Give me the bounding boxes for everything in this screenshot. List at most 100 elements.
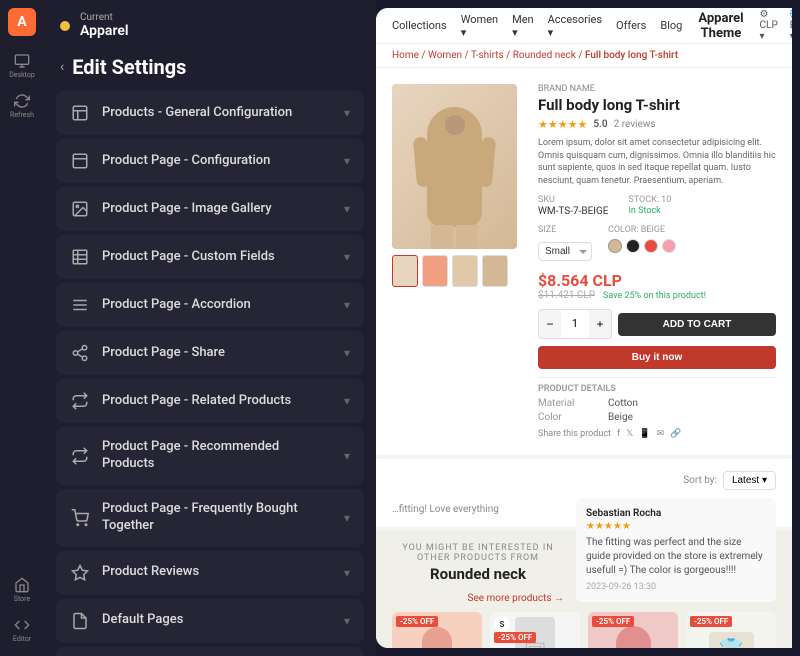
color-option: COLOR: Beige xyxy=(608,225,676,261)
stock-status: In Stock xyxy=(628,206,671,216)
add-to-cart-button[interactable]: ADD TO CART xyxy=(618,313,776,336)
share-link[interactable]: 🔗 xyxy=(670,429,681,439)
nav-collections[interactable]: Collections xyxy=(392,19,447,32)
language-selector[interactable]: 🌐 EN ▾ xyxy=(790,9,792,42)
share-row: Share this product f 𝕏 📱 ✉ 🔗 xyxy=(538,429,776,439)
menu-item-product-page-accordion[interactable]: Product Page - Accordion ▾ xyxy=(56,283,364,327)
thumb-3[interactable] xyxy=(452,255,478,287)
color-detail-label: Color xyxy=(538,412,588,423)
share-facebook[interactable]: f xyxy=(617,429,620,439)
related-product-2[interactable]: S -25% OFF 🖼 xyxy=(490,612,580,648)
related-product-3[interactable]: -25% OFF xyxy=(588,612,678,648)
sort-row: Sort by: Latest ▾ xyxy=(392,471,776,490)
product-info: Brand Name Full body long T-shirt ★★★★★ … xyxy=(538,84,776,439)
menu-item-contact-page[interactable]: Contact Page ▾ xyxy=(56,647,364,656)
rating-stars: ★★★★★ xyxy=(538,118,587,131)
share-email[interactable]: ✉ xyxy=(657,429,665,439)
size-select[interactable]: Small xyxy=(538,242,592,261)
nav-accesories[interactable]: Accesories ▾ xyxy=(548,13,602,39)
thumb-1[interactable] xyxy=(392,255,418,287)
product-details-title: PRODUCT DETAILS xyxy=(538,384,776,394)
size-label: SIZE xyxy=(538,225,592,235)
nav-links: Collections Women ▾ Men ▾ Accesories ▾ O… xyxy=(392,13,682,39)
toolbar-desktop[interactable]: Desktop xyxy=(4,48,40,84)
menu-item-product-page-fields[interactable]: Product Page - Custom Fields ▾ xyxy=(56,235,364,279)
nav-women[interactable]: Women ▾ xyxy=(461,13,498,39)
stock-label: STOCK: 10 xyxy=(628,195,671,205)
app-logo[interactable]: A xyxy=(8,8,36,36)
store-brand: Apparel Theme xyxy=(698,11,743,41)
edit-header: ‹ Edit Settings xyxy=(44,47,376,91)
menu-list: Products - General Configuration ▾ Produ… xyxy=(44,91,376,656)
sort-button[interactable]: Latest ▾ xyxy=(723,471,776,490)
price-row: $8.564 CLP $11.421 CLP Save 25% on this … xyxy=(538,271,776,301)
material-label: Material xyxy=(538,398,588,409)
product-description: Lorem ipsum, dolor sit amet consectetur … xyxy=(538,137,776,187)
menu-item-products-general[interactable]: Products - General Configuration ▾ xyxy=(56,91,364,135)
related-product-4[interactable]: -25% OFF 👕 xyxy=(686,612,776,648)
product-page-gallery-icon xyxy=(70,199,90,219)
back-button[interactable]: ‹ xyxy=(60,59,64,75)
review-text: The fitting was perfect and the size gui… xyxy=(586,536,766,578)
menu-item-product-page-gallery[interactable]: Product Page - Image Gallery ▾ xyxy=(56,187,364,231)
share-whatsapp[interactable]: 📱 xyxy=(639,429,650,439)
swatch-beige[interactable] xyxy=(608,239,622,253)
product-thumbs xyxy=(392,255,522,287)
thumb-4[interactable] xyxy=(482,255,508,287)
qty-increase[interactable]: + xyxy=(589,310,611,338)
products-general-label: Products - General Configuration xyxy=(102,105,332,122)
badge-4: -25% OFF xyxy=(690,616,732,627)
product-page-share-label: Product Page - Share xyxy=(102,345,332,362)
see-more-link[interactable]: See more products → xyxy=(468,593,564,604)
product-details: PRODUCT DETAILS Material Cotton Color Be… xyxy=(538,377,776,439)
menu-item-product-reviews[interactable]: Product Reviews ▾ xyxy=(56,551,364,595)
swatch-red[interactable] xyxy=(644,239,658,253)
review-card: Sebastian Rocha ★★★★★ The fitting was pe… xyxy=(576,498,776,602)
color-detail-value: Beige xyxy=(608,412,633,423)
product-page-bought-chevron: ▾ xyxy=(344,511,350,525)
main-content: Collections Women ▾ Men ▾ Accesories ▾ O… xyxy=(376,8,792,648)
swatch-pink[interactable] xyxy=(662,239,676,253)
nav-men[interactable]: Men ▾ xyxy=(512,13,534,39)
toolbar-refresh[interactable]: Refresh xyxy=(4,88,40,124)
menu-item-product-page-bought[interactable]: Product Page - Frequently Bought Togethe… xyxy=(56,489,364,547)
thumb-2[interactable] xyxy=(422,255,448,287)
toolbar-store[interactable]: Store xyxy=(4,572,40,608)
swatch-black[interactable] xyxy=(626,239,640,253)
menu-item-product-page-recommended[interactable]: Product Page - Recommended Products ▾ xyxy=(56,427,364,485)
product-images xyxy=(392,84,522,439)
badge-3: -25% OFF xyxy=(592,616,634,627)
store-status-dot xyxy=(60,21,70,31)
quantity-control[interactable]: − 1 + xyxy=(538,309,612,339)
options-row: SIZE Small COLOR: Beige xyxy=(538,225,776,261)
product-page-accordion-chevron: ▾ xyxy=(344,298,350,312)
rating-value: 5.0 xyxy=(593,119,607,130)
breadcrumb: Home / Women / T-shirts / Rounded neck /… xyxy=(376,44,792,68)
menu-item-product-page-share[interactable]: Product Page - Share ▾ xyxy=(56,331,364,375)
share-label: Share this product xyxy=(538,429,611,439)
nav-blog[interactable]: Blog xyxy=(660,19,682,32)
menu-item-default-pages[interactable]: Default Pages ▾ xyxy=(56,599,364,643)
buy-now-button[interactable]: Buy it now xyxy=(538,346,776,369)
related-product-1[interactable]: -25% OFF xyxy=(392,612,482,648)
nav-offers[interactable]: Offers xyxy=(616,19,646,32)
color-label: COLOR: Beige xyxy=(608,225,676,235)
store-current-label: Current xyxy=(80,12,129,23)
qty-decrease[interactable]: − xyxy=(539,310,561,338)
default-pages-icon xyxy=(70,611,90,631)
toolbar-editor[interactable]: Editor xyxy=(4,612,40,648)
share-twitter[interactable]: 𝕏 xyxy=(626,429,633,439)
product-page-gallery-label: Product Page - Image Gallery xyxy=(102,201,332,218)
menu-item-product-page-related[interactable]: Product Page - Related Products ▾ xyxy=(56,379,364,423)
product-page-fields-chevron: ▾ xyxy=(344,250,350,264)
product-page-recommended-icon xyxy=(70,446,90,466)
product-page-fields-label: Product Page - Custom Fields xyxy=(102,249,332,266)
menu-item-product-page-config[interactable]: Product Page - Configuration ▾ xyxy=(56,139,364,183)
product-page-fields-icon xyxy=(70,247,90,267)
currency-selector[interactable]: ⚙ CLP ▾ xyxy=(760,9,778,42)
reviews-section: Sort by: Latest ▾ Sebastian Rocha ★★★★★ … xyxy=(376,459,792,527)
product-page-gallery-chevron: ▾ xyxy=(344,202,350,216)
material-row: Material Cotton xyxy=(538,398,776,409)
store-header: Current Apparel xyxy=(44,0,376,47)
original-price: $11.421 CLP xyxy=(538,290,595,301)
